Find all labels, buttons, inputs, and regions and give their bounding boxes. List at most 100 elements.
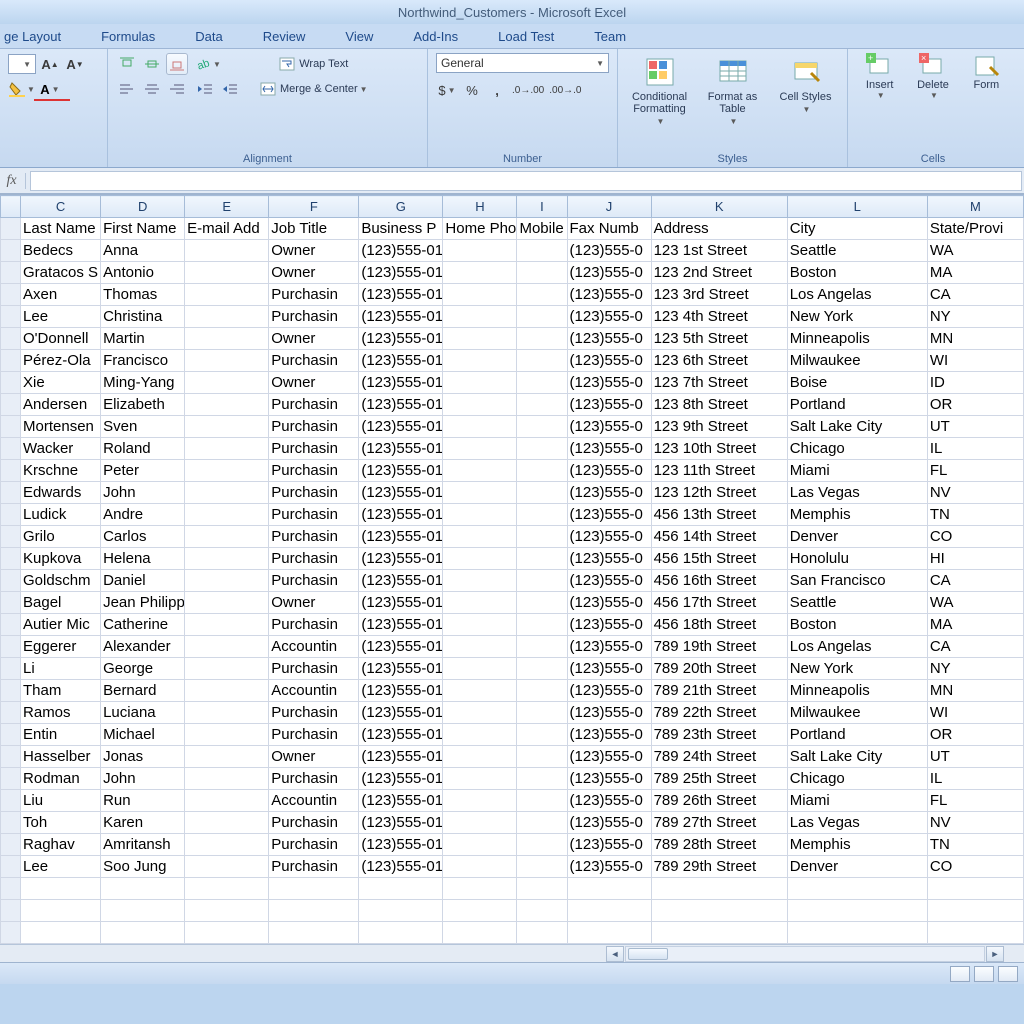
align-bottom-icon[interactable] [166,53,188,75]
cell[interactable] [185,680,269,702]
row-header[interactable] [1,768,21,790]
cell[interactable] [185,900,269,922]
cell[interactable]: (123)555-0 [567,350,651,372]
cell[interactable]: Memphis [787,504,927,526]
font-color-icon[interactable]: A ▼ [39,78,61,100]
cell[interactable] [443,636,517,658]
cell[interactable] [517,394,567,416]
cell[interactable] [185,592,269,614]
cell[interactable]: Purchasin [269,856,359,878]
cell[interactable]: (123)555-0 [567,746,651,768]
cell[interactable] [517,636,567,658]
cell[interactable]: Purchasin [269,702,359,724]
cell[interactable]: Purchasin [269,570,359,592]
cell[interactable] [359,922,443,944]
cell[interactable] [185,856,269,878]
number-format-combo[interactable]: General ▼ [436,53,609,73]
row-header[interactable] [1,284,21,306]
decrease-indent-icon[interactable] [194,78,216,100]
format-button[interactable]: Form [963,53,1010,91]
cell[interactable]: (123)555-0 [567,306,651,328]
cell[interactable] [927,900,1023,922]
cell[interactable] [185,482,269,504]
cell[interactable]: (123)555-0100 [359,702,443,724]
cell[interactable]: Autier Mic [21,614,101,636]
cell[interactable]: 456 16th Street [651,570,787,592]
column-header[interactable]: I [517,196,567,218]
cell[interactable] [443,900,517,922]
cell[interactable]: Portland [787,724,927,746]
cell[interactable]: Rodman [21,768,101,790]
cell[interactable]: 789 21th Street [651,680,787,702]
cell[interactable]: (123)555-0 [567,658,651,680]
cell[interactable]: Address [651,218,787,240]
row-header[interactable] [1,724,21,746]
cell[interactable]: HI [927,548,1023,570]
cell[interactable] [443,504,517,526]
cell[interactable]: Honolulu [787,548,927,570]
scroll-left-icon[interactable]: ◄ [606,946,624,962]
cell[interactable]: Miami [787,460,927,482]
row-header[interactable] [1,438,21,460]
cell[interactable]: NV [927,482,1023,504]
cell[interactable]: MA [927,614,1023,636]
cell[interactable]: O'Donnell [21,328,101,350]
row-header[interactable] [1,592,21,614]
cell[interactable]: (123)555-0100 [359,394,443,416]
cell[interactable] [517,658,567,680]
cell[interactable] [517,306,567,328]
cell[interactable]: (123)555-0100 [359,504,443,526]
cell[interactable] [185,790,269,812]
cell[interactable] [443,306,517,328]
cell[interactable]: Jean Philippe [101,592,185,614]
cell[interactable]: Owner [269,262,359,284]
cell[interactable]: Minneapolis [787,328,927,350]
cell[interactable]: TN [927,834,1023,856]
cell[interactable]: Peter [101,460,185,482]
cell[interactable]: FL [927,790,1023,812]
cell[interactable] [185,878,269,900]
cell[interactable]: 789 20th Street [651,658,787,680]
cell[interactable]: (123)555-0 [567,834,651,856]
row-header[interactable] [1,790,21,812]
cell[interactable]: Home Pho [443,218,517,240]
cell[interactable] [927,878,1023,900]
cell[interactable]: (123)555-0 [567,328,651,350]
cell[interactable]: NY [927,306,1023,328]
cell[interactable]: Purchasin [269,504,359,526]
cell[interactable] [185,438,269,460]
column-header[interactable]: M [927,196,1023,218]
cell[interactable]: (123)555-0100 [359,350,443,372]
cell[interactable] [651,878,787,900]
cell[interactable]: Owner [269,372,359,394]
cell[interactable]: Roland [101,438,185,460]
cell[interactable] [269,922,359,944]
cell[interactable]: Minneapolis [787,680,927,702]
cell[interactable]: Bernard [101,680,185,702]
delete-button[interactable]: × Delete ▼ [909,53,956,100]
cell[interactable]: Purchasin [269,394,359,416]
align-top-icon[interactable] [116,53,138,75]
percent-icon[interactable]: % [461,79,483,101]
cell[interactable] [185,240,269,262]
cell[interactable]: (123)555-0 [567,504,651,526]
cell[interactable] [927,922,1023,944]
cell[interactable]: (123)555-0 [567,394,651,416]
cell[interactable]: Purchasin [269,306,359,328]
row-header[interactable] [1,834,21,856]
cell[interactable] [517,504,567,526]
cell[interactable]: (123)555-0100 [359,658,443,680]
cell[interactable]: (123)555-0100 [359,812,443,834]
cell[interactable] [517,856,567,878]
cell[interactable]: Entin [21,724,101,746]
cell[interactable] [21,900,101,922]
cell[interactable]: Chicago [787,768,927,790]
cell[interactable]: (123)555-0100 [359,526,443,548]
cell[interactable]: IL [927,768,1023,790]
cell[interactable]: Purchasin [269,460,359,482]
cell[interactable]: Kupkova [21,548,101,570]
cell[interactable]: E-mail Add [185,218,269,240]
cell[interactable]: 456 18th Street [651,614,787,636]
cell[interactable]: (123)555-0100 [359,548,443,570]
orientation-icon[interactable]: ab▼ [194,53,222,75]
